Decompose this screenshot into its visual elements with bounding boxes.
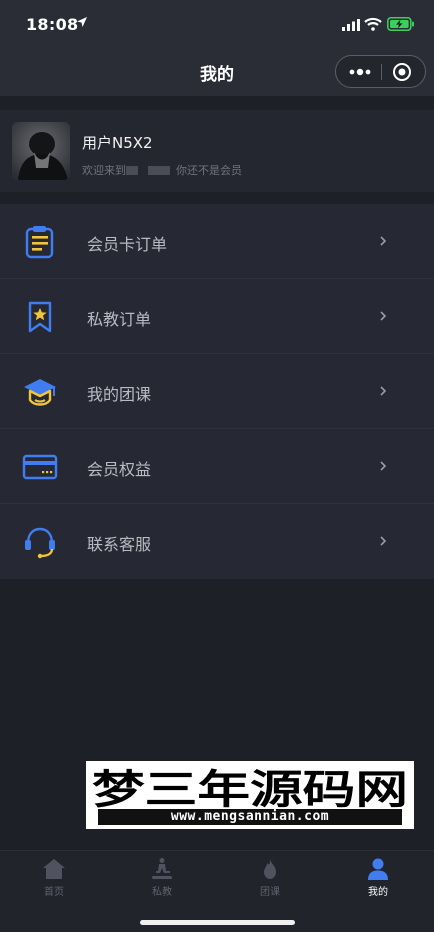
home-indicator (140, 920, 295, 925)
flame-icon (264, 859, 276, 879)
menu-item-my-group-classes[interactable]: 我的团课 (0, 354, 434, 429)
more-dots-icon[interactable] (348, 65, 372, 79)
menu-item-member-benefits[interactable]: 会员权益 (0, 429, 434, 504)
welcome-text: 欢迎来到 (82, 164, 126, 177)
menu-item-private-orders[interactable]: 私教订单 (0, 279, 434, 354)
profile-card[interactable]: 用户N5X2 欢迎来到 你还不是会员 (0, 110, 434, 192)
treadmill-icon (152, 858, 172, 879)
clipboard-icon (25, 226, 54, 259)
menu-item-membership-orders[interactable]: 会员卡订单 (0, 204, 434, 279)
tab-label: 我的 (368, 887, 388, 898)
tab-label: 团课 (260, 887, 280, 898)
tab-group-class[interactable]: 团课 (216, 851, 324, 907)
redacted-block (148, 166, 170, 175)
tab-home[interactable]: 首页 (0, 851, 108, 907)
chevron-right-icon (380, 386, 387, 396)
capsule-divider (381, 64, 382, 80)
wifi-icon (364, 17, 382, 31)
redacted-block (126, 166, 138, 175)
location-arrow-icon (77, 17, 87, 27)
graduation-cap-icon (24, 379, 56, 406)
menu-label: 私教订单 (87, 310, 152, 329)
tab-private-coach[interactable]: 私教 (108, 851, 216, 907)
bookmark-star-icon (28, 301, 52, 333)
tab-label: 首页 (44, 887, 64, 898)
menu-item-customer-service[interactable]: 联系客服 (0, 504, 434, 579)
mini-program-capsule (335, 55, 426, 88)
welcome-line: 欢迎来到 你还不是会员 (82, 162, 242, 178)
chevron-right-icon (380, 311, 387, 321)
username: 用户N5X2 (82, 134, 153, 152)
menu-list: 会员卡订单 私教订单 我的团课 会员权益 联系客服 (0, 204, 434, 579)
chevron-right-icon (380, 536, 387, 546)
cellular-signal-icon (342, 19, 360, 31)
svg-text:梦三年源码网: 梦三年源码网 (92, 767, 408, 809)
avatar[interactable] (12, 122, 70, 180)
close-target-icon[interactable] (392, 62, 412, 82)
chevron-right-icon (380, 461, 387, 471)
person-icon (368, 858, 388, 880)
menu-label: 联系客服 (87, 535, 152, 554)
status-bar: 18:08 (0, 0, 434, 48)
menu-label: 会员卡订单 (87, 235, 168, 254)
menu-label: 我的团课 (87, 385, 152, 404)
watermark-title: 梦三年源码网 (92, 767, 408, 809)
headset-icon (25, 527, 55, 559)
watermark-url: www.mengsannian.com (98, 809, 402, 825)
watermark-overlay: 梦三年源码网 www.mengsannian.com (86, 761, 414, 829)
status-time: 18:08 (26, 15, 79, 34)
tab-mine[interactable]: 我的 (324, 851, 432, 907)
chevron-right-icon (380, 236, 387, 246)
tab-label: 私教 (152, 887, 172, 898)
member-status: 你还不是会员 (176, 164, 242, 177)
nav-bar: 我的 (0, 48, 434, 96)
battery-charging-icon (387, 17, 414, 31)
home-icon (43, 859, 65, 879)
menu-label: 会员权益 (87, 460, 152, 479)
card-icon (22, 454, 58, 480)
